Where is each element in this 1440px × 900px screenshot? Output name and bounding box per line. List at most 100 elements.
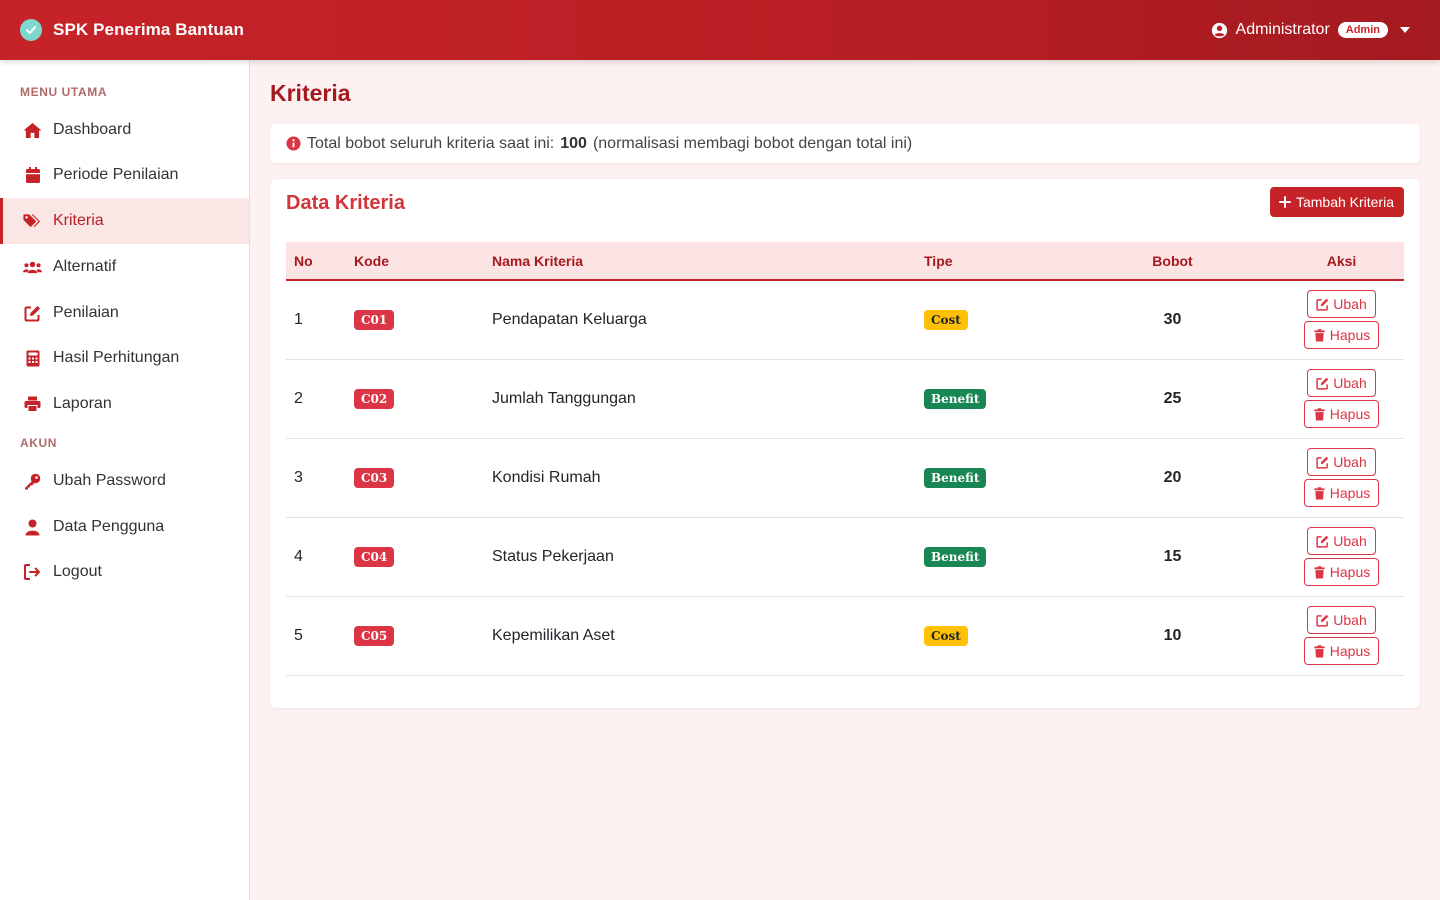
header-kode: Kode bbox=[354, 252, 389, 269]
table-row: 1 C01 Pendapatan Keluarga Cost 30 Ubah Hapus bbox=[286, 280, 1404, 359]
type-badge: Cost bbox=[924, 625, 968, 646]
cell-tipe: Cost bbox=[916, 596, 1066, 675]
sidebar-item-kriteria[interactable]: Kriteria bbox=[0, 198, 249, 244]
header-no: No bbox=[294, 252, 313, 269]
delete-button[interactable]: Hapus bbox=[1303, 321, 1380, 350]
trash-icon bbox=[1313, 644, 1326, 658]
delete-button[interactable]: Hapus bbox=[1303, 479, 1380, 507]
sidebar-item-data-pengguna[interactable]: Data Pengguna bbox=[0, 504, 249, 550]
chevron-down-icon[interactable] bbox=[1400, 27, 1410, 33]
table-row: 3 C03 Kondisi Rumah Benefit 20 Ubah Hapus bbox=[286, 438, 1404, 517]
sidebar-section-akun: AKUN bbox=[20, 436, 58, 450]
top-navbar: SPK Penerima Bantuan Administrator Admin bbox=[0, 0, 1440, 60]
edit-icon bbox=[1316, 535, 1329, 548]
delete-label: Hapus bbox=[1329, 485, 1371, 501]
sidebar: MENU UTAMA Dashboard Periode Penilaian K… bbox=[0, 60, 250, 900]
users-icon bbox=[23, 258, 42, 277]
cell-aksi: Ubah Hapus bbox=[1279, 438, 1404, 517]
trash-icon bbox=[1313, 565, 1326, 579]
page-title: Kriteria bbox=[270, 80, 351, 106]
delete-button[interactable]: Hapus bbox=[1303, 637, 1380, 665]
cell-kode: C04 bbox=[346, 517, 484, 596]
sidebar-item-label: Ubah Password bbox=[53, 472, 166, 489]
edit-button[interactable]: Ubah bbox=[1307, 448, 1376, 476]
info-circle-icon bbox=[286, 136, 301, 151]
edit-button[interactable]: Ubah bbox=[1307, 527, 1376, 555]
sidebar-item-laporan[interactable]: Laporan bbox=[0, 381, 249, 427]
cell-tipe: Cost bbox=[916, 280, 1066, 359]
cell-no: 1 bbox=[294, 310, 303, 328]
edit-label: Ubah bbox=[1333, 296, 1367, 313]
cell-nama: Kondisi Rumah bbox=[492, 468, 601, 486]
cell-no: 2 bbox=[294, 389, 303, 407]
cell-kode: C02 bbox=[346, 359, 484, 438]
edit-icon bbox=[1316, 456, 1329, 469]
code-badge: C02 bbox=[354, 388, 395, 409]
delete-label: Hapus bbox=[1329, 406, 1371, 422]
trash-icon bbox=[1313, 407, 1326, 421]
edit-icon bbox=[1316, 298, 1329, 311]
header-tipe: Tipe bbox=[924, 252, 953, 269]
trash-icon bbox=[1313, 329, 1326, 342]
sidebar-item-label: Kriteria bbox=[53, 212, 104, 229]
delete-label: Hapus bbox=[1329, 643, 1371, 659]
table-row: 4 C04 Status Pekerjaan Benefit 15 Ubah Hapus bbox=[286, 517, 1404, 596]
cell-nama: Kepemilikan Aset bbox=[492, 626, 615, 644]
sidebar-item-hasil[interactable]: Hasil Perhitungan bbox=[0, 335, 249, 381]
type-badge: Benefit bbox=[924, 388, 987, 409]
logout-icon bbox=[23, 563, 42, 582]
edit-button[interactable]: Ubah bbox=[1307, 369, 1376, 397]
info-note: (normalisasi membagi bobot dengan total … bbox=[592, 134, 913, 152]
cell-aksi: Ubah Hapus bbox=[1279, 359, 1404, 438]
info-text: Total bobot seluruh kriteria saat ini: bbox=[307, 134, 555, 152]
sidebar-item-label: Dashboard bbox=[53, 121, 132, 138]
table-header-row: No Kode Nama Kriteria Tipe Bobot Aksi bbox=[286, 242, 1404, 280]
plus-icon bbox=[1278, 196, 1291, 208]
sidebar-item-label: Data Pengguna bbox=[53, 518, 165, 535]
delete-button[interactable]: Hapus bbox=[1303, 558, 1380, 586]
edit-label: Ubah bbox=[1333, 454, 1367, 470]
edit-button[interactable]: Ubah bbox=[1307, 606, 1376, 634]
add-criteria-button[interactable]: Tambah Kriteria bbox=[1269, 187, 1404, 217]
cell-no: 3 bbox=[294, 468, 303, 486]
sidebar-item-alternatif[interactable]: Alternatif bbox=[0, 244, 249, 290]
sidebar-item-dashboard[interactable]: Dashboard bbox=[0, 107, 249, 153]
cell-kode: C01 bbox=[346, 280, 484, 359]
criteria-table: No Kode Nama Kriteria Tipe Bobot Aksi 1 C… bbox=[286, 242, 1404, 676]
header-nama: Nama Kriteria bbox=[492, 252, 584, 269]
edit-label: Ubah bbox=[1333, 375, 1367, 391]
code-badge: C05 bbox=[354, 625, 395, 646]
cell-kode: C03 bbox=[346, 438, 484, 517]
brand[interactable]: SPK Penerima Bantuan bbox=[20, 19, 244, 41]
cell-nama: Jumlah Tanggungan bbox=[492, 389, 636, 407]
code-badge: C04 bbox=[354, 546, 395, 567]
cell-bobot: 25 bbox=[1163, 389, 1182, 407]
calendar-icon bbox=[23, 166, 42, 185]
sidebar-item-label: Laporan bbox=[53, 395, 112, 412]
user-circle-icon bbox=[1211, 22, 1227, 38]
sidebar-item-label: Periode Penilaian bbox=[53, 166, 179, 183]
edit-button[interactable]: Ubah bbox=[1307, 290, 1376, 319]
cell-bobot: 30 bbox=[1163, 310, 1182, 328]
sidebar-item-ubah-password[interactable]: Ubah Password bbox=[0, 458, 249, 504]
sidebar-item-penilaian[interactable]: Penilaian bbox=[0, 290, 249, 336]
sidebar-item-periode[interactable]: Periode Penilaian bbox=[0, 152, 249, 198]
cell-nama: Pendapatan Keluarga bbox=[492, 310, 647, 328]
user-menu[interactable]: Administrator Admin bbox=[1211, 21, 1420, 39]
table-row: 5 C05 Kepemilikan Aset Cost 10 Ubah Hapus bbox=[286, 596, 1404, 675]
cell-aksi: Ubah Hapus bbox=[1279, 517, 1404, 596]
cell-no: 5 bbox=[294, 626, 303, 644]
edit-icon bbox=[1316, 377, 1329, 390]
delete-button[interactable]: Hapus bbox=[1303, 400, 1380, 428]
code-badge: C01 bbox=[354, 309, 395, 330]
user-icon bbox=[23, 518, 42, 537]
cell-aksi: Ubah Hapus bbox=[1279, 280, 1404, 359]
type-badge: Benefit bbox=[924, 546, 987, 567]
user-name: Administrator bbox=[1235, 21, 1330, 38]
calculator-icon bbox=[23, 349, 42, 368]
code-badge: C03 bbox=[354, 467, 395, 488]
cell-tipe: Benefit bbox=[916, 359, 1066, 438]
print-icon bbox=[23, 395, 42, 414]
cell-tipe: Benefit bbox=[916, 438, 1066, 517]
sidebar-item-logout[interactable]: Logout bbox=[0, 549, 249, 595]
